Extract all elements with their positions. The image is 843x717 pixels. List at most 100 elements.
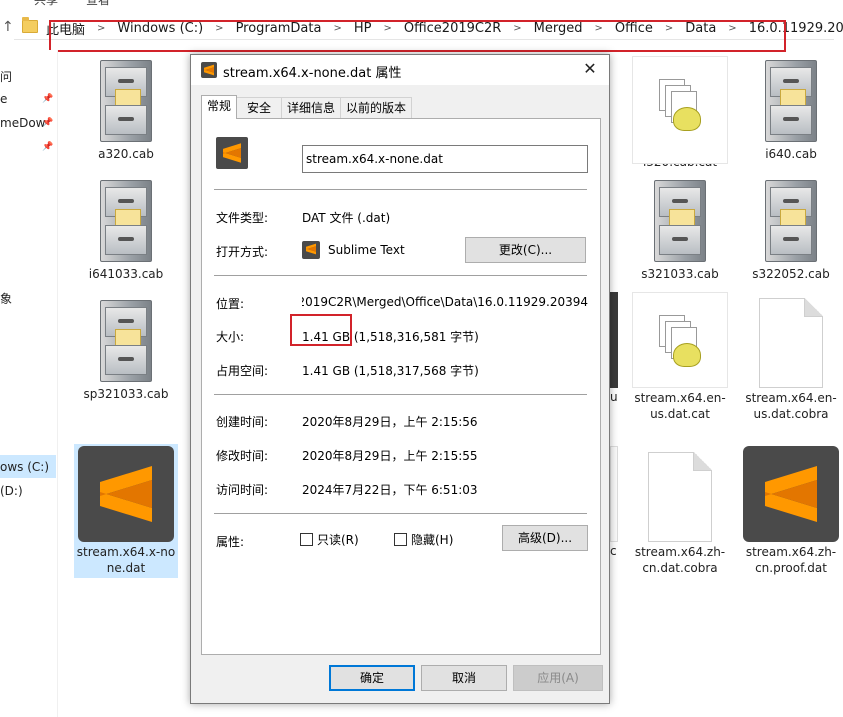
- file-s321033-cab[interactable]: s321033.cab: [632, 176, 728, 282]
- file-stream-en-us-dat-cat[interactable]: stream.x64.en-us.dat.cat: [632, 292, 728, 422]
- pin-icon: 📌: [42, 118, 54, 128]
- accessed-label: 访问时间:: [216, 483, 269, 497]
- divider: [214, 513, 587, 514]
- tab-security[interactable]: 安全: [236, 97, 283, 119]
- readonly-label: 只读(R): [317, 533, 359, 547]
- general-panel: stream.x64.x-none.dat 文件类型: DAT 文件 (.dat…: [201, 118, 601, 655]
- nav-item-1[interactable]: 问: [0, 68, 12, 85]
- blank-file-icon: [759, 298, 823, 388]
- file-stream-zh-cn-proof-dat[interactable]: stream.x64.zh-cn.proof.dat: [743, 446, 839, 576]
- modified-label: 修改时间:: [216, 449, 269, 463]
- ribbon-strip: 共享 查看: [0, 0, 843, 6]
- divider: [214, 394, 587, 395]
- created-value: 2020年8月29日，上午 2:15:56: [302, 415, 478, 429]
- file-i641033-cab[interactable]: i641033.cab: [78, 176, 174, 282]
- readonly-checkbox[interactable]: 只读(R): [300, 531, 359, 548]
- file-stream-x-none-dat[interactable]: stream.x64.x-none.dat: [74, 444, 178, 578]
- file-label: stream.x64.zh-cn.proof.dat: [745, 545, 837, 575]
- file-label: s321033.cab: [641, 267, 719, 281]
- catalog-icon: [632, 56, 728, 164]
- checkbox-box[interactable]: [394, 533, 407, 546]
- file-stream-en-us-dat-cobra[interactable]: stream.x64.en-us.dat.cobra: [743, 298, 839, 422]
- sublime-text-icon: [216, 137, 248, 169]
- file-label: sp321033.cab: [83, 387, 169, 401]
- tab-details[interactable]: 详细信息: [281, 97, 342, 119]
- divider: [214, 275, 587, 276]
- file-stream-zh-cn-dat-cobra[interactable]: stream.x64.zh-cn.dat.cobra: [632, 452, 728, 576]
- sublime-logo: [765, 466, 817, 522]
- blank-file-icon: [648, 452, 712, 542]
- file-label: stream.x64.en-us.dat.cobra: [745, 391, 837, 421]
- partial-file-label: c: [610, 544, 617, 558]
- checkbox-box[interactable]: [300, 533, 313, 546]
- nav-item-3[interactable]: meDow: [0, 116, 45, 130]
- folder-icon: [22, 17, 38, 33]
- disk-size-value: 1.41 GB (1,518,317,568 字节): [302, 364, 479, 378]
- nav-item-drive-d[interactable]: (D:): [0, 484, 23, 498]
- type-value: DAT 文件 (.dat): [302, 211, 391, 225]
- sublime-logo: [100, 466, 152, 522]
- up-arrow-icon[interactable]: ↑: [2, 19, 14, 35]
- highlight-box-size: [290, 314, 352, 346]
- pin-icon: 📌: [42, 94, 54, 104]
- navigation-pane: 问 e 📌 meDow 📌 📌 象 ows (C:) (D:): [0, 50, 58, 717]
- partial-file-icon: [610, 446, 618, 542]
- highlight-box-address: [49, 20, 786, 52]
- cabinet-icon: [759, 176, 823, 264]
- type-label: 文件类型:: [216, 211, 269, 225]
- partial-file-label: u: [610, 390, 618, 404]
- close-button[interactable]: ✕: [579, 58, 601, 80]
- ribbon-tab-share[interactable]: 共享: [34, 0, 58, 6]
- file-label: s322052.cab: [752, 267, 830, 281]
- properties-dialog: stream.x64.x-none.dat 属性 ✕ 常规 安全 详细信息 以前…: [190, 54, 610, 704]
- file-s322052-cab[interactable]: s322052.cab: [743, 176, 839, 282]
- accessed-value: 2024年7月22日，下午 6:51:03: [302, 483, 478, 497]
- cancel-button[interactable]: 取消: [421, 665, 507, 691]
- address-bar: ↑ 此电脑 > Windows (C:) > ProgramData > HP …: [0, 10, 843, 52]
- tab-general[interactable]: 常规: [201, 95, 238, 119]
- file-label: stream.x64.en-us.dat.cat: [634, 391, 726, 421]
- file-sp321033-cab[interactable]: sp321033.cab: [78, 296, 174, 402]
- file-label: i641033.cab: [88, 267, 164, 281]
- tab-bar: 常规 安全 详细信息 以前的版本: [201, 95, 413, 119]
- advanced-button[interactable]: 高级(D)...: [502, 525, 588, 551]
- file-i640-cab[interactable]: i640.cab: [743, 56, 839, 162]
- nav-item-drive-c[interactable]: ows (C:): [0, 460, 49, 474]
- file-label: i640.cab: [765, 147, 817, 161]
- file-label: stream.x64.x-none.dat: [76, 545, 176, 575]
- location-value-wrapper: e2019C2R\Merged\Office\Data\16.0.11929.2…: [302, 295, 588, 309]
- nav-item-objects[interactable]: 象: [0, 290, 12, 307]
- change-button[interactable]: 更改(C)...: [465, 237, 586, 263]
- file-a320-cab[interactable]: a320.cab: [78, 56, 174, 162]
- hidden-checkbox[interactable]: 隐藏(H): [394, 531, 453, 548]
- file-i320-cab-cat[interactable]: i320.cab.cat: [632, 56, 728, 170]
- filename-input[interactable]: stream.x64.x-none.dat: [302, 145, 588, 173]
- tab-previous-versions[interactable]: 以前的版本: [340, 97, 413, 119]
- cabinet-icon: [94, 56, 158, 144]
- location-value: e2019C2R\Merged\Office\Data\16.0.11929.2…: [302, 295, 588, 309]
- file-label: stream.x64.zh-cn.dat.cobra: [634, 545, 726, 575]
- disk-size-label: 占用空间:: [216, 364, 269, 378]
- modified-value: 2020年8月29日，上午 2:15:55: [302, 449, 478, 463]
- attributes-label: 属性:: [216, 535, 245, 549]
- sublime-text-icon: [743, 446, 839, 542]
- pin-icon: 📌: [42, 142, 54, 152]
- dialog-titlebar[interactable]: stream.x64.x-none.dat 属性 ✕: [191, 55, 609, 85]
- cabinet-icon: [648, 176, 712, 264]
- size-label: 大小:: [216, 330, 245, 344]
- cabinet-icon: [759, 56, 823, 144]
- nav-item-2[interactable]: e: [0, 92, 7, 106]
- partial-file-icon: [610, 292, 618, 388]
- ribbon-tab-view[interactable]: 查看: [86, 0, 110, 6]
- open-with-label: 打开方式:: [216, 245, 269, 259]
- cabinet-icon: [94, 296, 158, 384]
- cabinet-icon: [94, 176, 158, 264]
- ok-button[interactable]: 确定: [329, 665, 415, 691]
- apply-button[interactable]: 应用(A): [513, 665, 603, 691]
- open-with-value: Sublime Text: [328, 243, 405, 257]
- divider: [214, 189, 587, 190]
- created-label: 创建时间:: [216, 415, 269, 429]
- sublime-text-icon: [302, 241, 320, 259]
- sublime-text-icon: [78, 446, 174, 542]
- catalog-icon: [632, 292, 728, 388]
